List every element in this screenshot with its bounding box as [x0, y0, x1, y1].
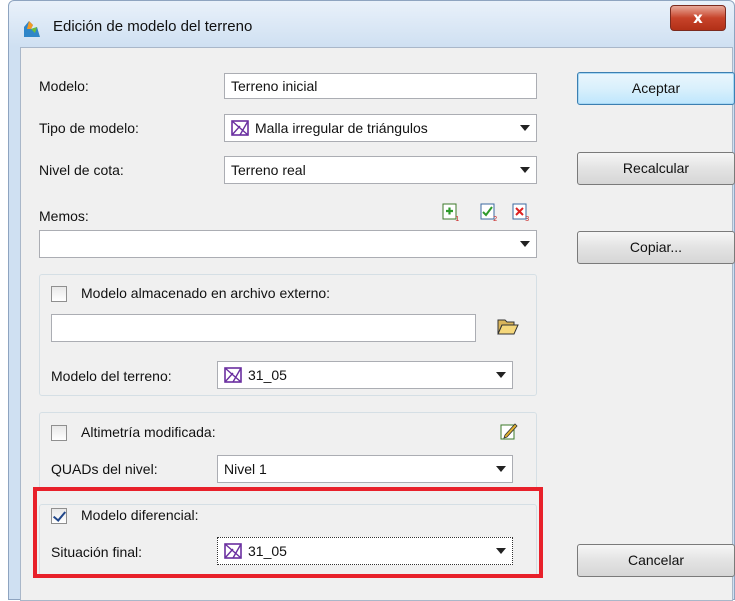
- nivel-cota-value: Terreno real: [231, 162, 306, 178]
- memo-edit-icon[interactable]: 2: [479, 202, 499, 222]
- nivel-cota-label: Nivel de cota:: [39, 162, 124, 178]
- chevron-down-icon[interactable]: [518, 122, 532, 134]
- external-path-input[interactable]: [51, 314, 476, 342]
- copiar-button[interactable]: Copiar...: [577, 231, 735, 264]
- chevron-down-icon[interactable]: [518, 238, 532, 250]
- external-model-label: Modelo almacenado en archivo externo:: [81, 285, 331, 301]
- close-icon: x: [693, 9, 703, 27]
- folder-open-icon[interactable]: [497, 316, 519, 336]
- cancelar-button[interactable]: Cancelar: [577, 544, 735, 577]
- triangle-mesh-icon: [224, 367, 242, 383]
- modelo-input[interactable]: Terreno inicial: [224, 73, 537, 99]
- triangle-mesh-icon: [231, 120, 249, 136]
- svg-text:1: 1: [455, 215, 459, 222]
- memo-delete-icon[interactable]: 3: [511, 202, 531, 222]
- memos-label: Memos:: [39, 208, 89, 224]
- window-title: Edición de modelo del terreno: [53, 18, 253, 35]
- tipo-modelo-value: Malla irregular de triángulos: [255, 120, 428, 136]
- modelo-label: Modelo:: [39, 78, 89, 94]
- tipo-modelo-select[interactable]: Malla irregular de triángulos: [224, 114, 537, 142]
- quads-value: Nivel 1: [224, 461, 267, 477]
- recalcular-button[interactable]: Recalcular: [577, 152, 735, 185]
- quads-label: QUADs del nivel:: [51, 461, 158, 477]
- memos-select[interactable]: [39, 230, 537, 258]
- edit-pencil-icon[interactable]: [499, 421, 519, 441]
- altimetria-label: Altimetría modificada:: [81, 424, 216, 440]
- aceptar-button[interactable]: Aceptar: [577, 72, 735, 105]
- highlight-box: [33, 487, 543, 578]
- altimetria-checkbox[interactable]: [51, 425, 67, 441]
- tipo-modelo-label: Tipo de modelo:: [39, 120, 139, 136]
- svg-text:2: 2: [493, 215, 497, 222]
- modelo-terreno-select[interactable]: 31_05: [217, 361, 513, 389]
- chevron-down-icon[interactable]: [518, 164, 532, 176]
- app-icon: [24, 21, 40, 37]
- quads-select[interactable]: Nivel 1: [217, 455, 513, 483]
- memo-add-icon[interactable]: 1: [441, 202, 461, 222]
- svg-text:3: 3: [525, 215, 529, 222]
- close-button[interactable]: x: [670, 5, 726, 31]
- modelo-terreno-label: Modelo del terreno:: [51, 368, 172, 384]
- nivel-cota-select[interactable]: Terreno real: [224, 156, 537, 184]
- chevron-down-icon[interactable]: [494, 463, 508, 475]
- modelo-terreno-value: 31_05: [248, 367, 287, 383]
- title-bar[interactable]: Edición de modelo del terreno x: [9, 1, 734, 47]
- external-model-checkbox[interactable]: [51, 286, 67, 302]
- chevron-down-icon[interactable]: [494, 369, 508, 381]
